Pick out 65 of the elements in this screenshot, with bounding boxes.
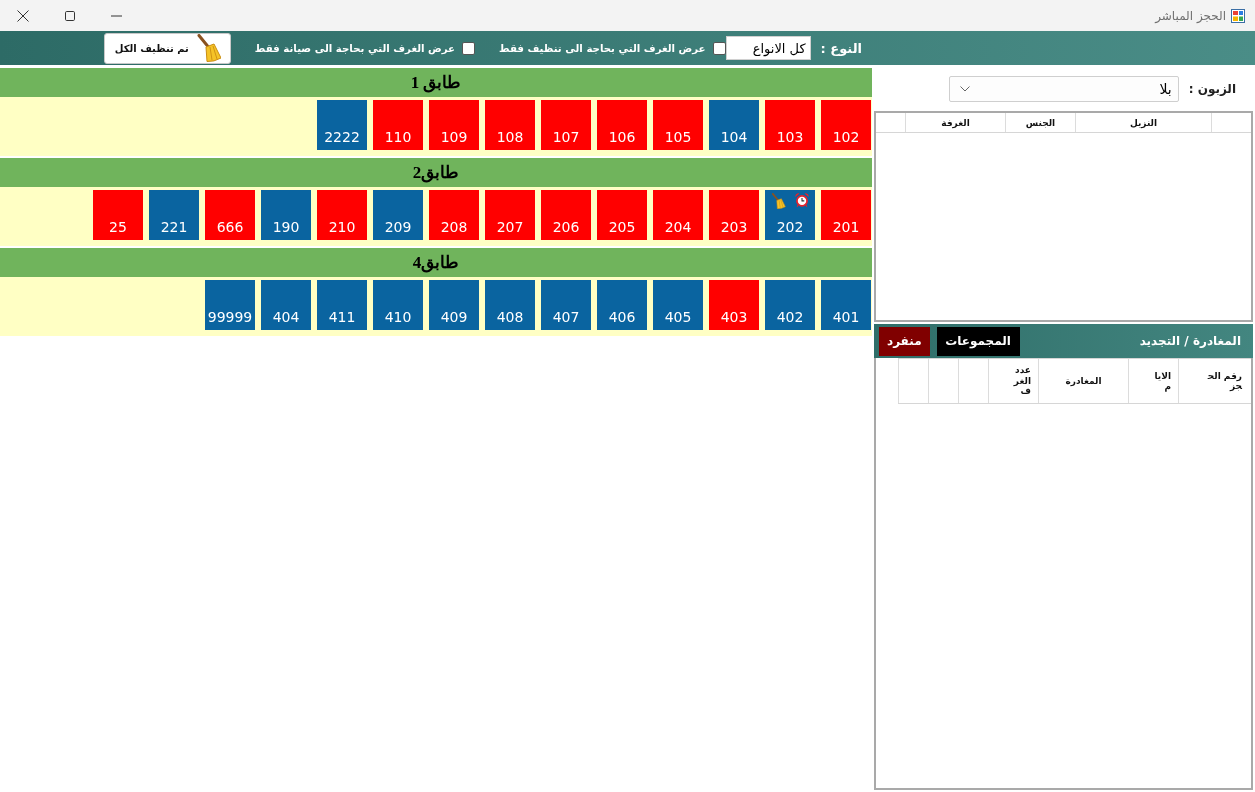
room-tile[interactable]: 105 xyxy=(653,100,703,150)
type-select[interactable]: كل الانواع xyxy=(725,36,811,60)
room-tile[interactable]: 106 xyxy=(597,100,647,150)
room-tile[interactable]: 411 xyxy=(317,280,367,330)
room-tile[interactable]: 108 xyxy=(485,100,535,150)
room-tile[interactable]: 401 xyxy=(821,280,871,330)
room-tile[interactable]: 2222 xyxy=(317,100,367,150)
minimize-icon[interactable] xyxy=(111,14,122,17)
room-tile[interactable]: 99999 xyxy=(205,280,255,330)
chevron-icon xyxy=(959,85,970,92)
column-header: الغرفة xyxy=(905,113,1005,132)
room-tile[interactable]: 221 xyxy=(149,190,199,240)
app-icon xyxy=(1231,8,1245,23)
room-tile[interactable]: 406 xyxy=(597,280,647,330)
column-header: النزيل xyxy=(1075,113,1211,132)
column-header: الايام xyxy=(1128,359,1178,403)
checkbox-label: عرض الغرف التي بحاجة الى صيانة فقط xyxy=(254,42,456,54)
room-tile[interactable]: 203 xyxy=(709,190,759,240)
column-header: رقم الحجز xyxy=(1178,359,1251,403)
room-tile[interactable]: 402 xyxy=(765,280,815,330)
floor-header: طابق4 xyxy=(0,248,872,277)
room-tile[interactable]: 204 xyxy=(653,190,703,240)
section-title: المغادرة / التجديد xyxy=(1139,334,1241,348)
maximize-icon[interactable] xyxy=(65,10,75,21)
room-tile[interactable]: 103 xyxy=(765,100,815,150)
room-tile[interactable]: 104 xyxy=(709,100,759,150)
mode-button[interactable]: المجموعات xyxy=(936,326,1020,356)
room-tile[interactable]: 409 xyxy=(429,280,479,330)
checkbox[interactable] xyxy=(712,41,726,55)
room-tile[interactable]: 410 xyxy=(373,280,423,330)
room-tile[interactable]: 405 xyxy=(653,280,703,330)
room-tile[interactable]: 110 xyxy=(373,100,423,150)
window-title: الحجز المباشر xyxy=(1155,8,1226,23)
broom-icon xyxy=(196,34,221,62)
room-tile[interactable]: 25 xyxy=(93,190,143,240)
checkbox[interactable] xyxy=(462,41,476,55)
floor-header: طابق 1 xyxy=(0,68,872,97)
customer-select[interactable]: بلا xyxy=(948,75,1179,102)
room-tile[interactable]: 205 xyxy=(597,190,647,240)
room-tile[interactable]: 102 xyxy=(821,100,871,150)
column-header: الجنس xyxy=(1005,113,1075,132)
room-tile[interactable]: 210 xyxy=(317,190,367,240)
room-tile[interactable]: 666 xyxy=(205,190,255,240)
checkbox-label: عرض الغرف التي بحاجة الى تنظيف فقط xyxy=(499,42,706,54)
room-tile[interactable]: 208 xyxy=(429,190,479,240)
room-tile[interactable]: 207 xyxy=(485,190,535,240)
clean-all-button[interactable]: تم تنظيف الكل xyxy=(103,32,231,64)
mode-button[interactable]: منفرد xyxy=(879,326,930,356)
room-tile[interactable]: 201 xyxy=(821,190,871,240)
column-header: المغادرة xyxy=(1038,359,1128,403)
close-icon[interactable] xyxy=(17,9,29,22)
customer-label: الزبون : xyxy=(1188,81,1236,96)
room-tile[interactable]: 206 xyxy=(541,190,591,240)
column-header: عدد الغرف xyxy=(988,359,1038,403)
room-tile[interactable]: 404 xyxy=(261,280,311,330)
room-tile[interactable]: 407 xyxy=(541,280,591,330)
room-tile[interactable]: 109 xyxy=(429,100,479,150)
room-tile[interactable]: 408 xyxy=(485,280,535,330)
room-tile[interactable]: 190 xyxy=(261,190,311,240)
floor-header: طابق2 xyxy=(0,158,872,187)
room-tile[interactable]: 403 xyxy=(709,280,759,330)
room-tile[interactable]: 209 xyxy=(373,190,423,240)
room-tile[interactable]: 107 xyxy=(541,100,591,150)
type-label: النوع : xyxy=(820,40,862,56)
room-tile[interactable]: 202 xyxy=(765,190,815,240)
